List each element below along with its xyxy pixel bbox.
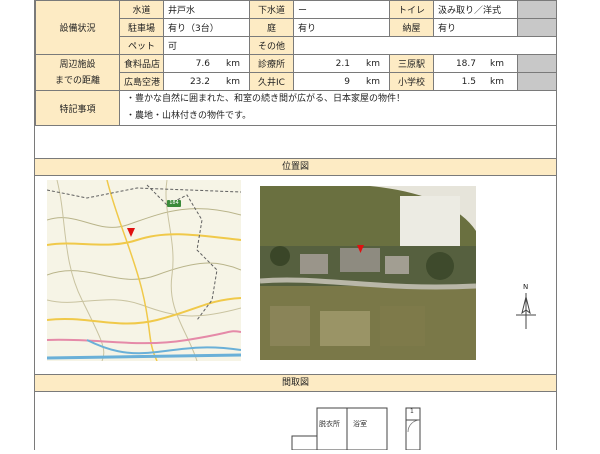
special-notes-label: 特記事項 (35, 90, 120, 126)
field-value (293, 36, 557, 55)
facility-label: 診療所 (249, 54, 294, 73)
property-sheet: 設備状況 水道 井戸水 下水道 ー トイレ 汲み取り／洋式 駐車場 有り（3台）… (34, 0, 557, 451)
facility-label: 広島空港 (119, 72, 164, 91)
distance-value: 9 km (293, 72, 390, 91)
placeholder-cell (517, 54, 557, 73)
note-line: ・豊かな自然に囲まれた、和室の続き間が広がる、日本家屋の物件！ (126, 94, 406, 104)
placeholder-cell (517, 72, 557, 91)
distance-section-label: 周辺施設 までの距離 (35, 54, 120, 91)
field-value: 有り (433, 18, 518, 37)
distance-value: 2.1 km (293, 54, 390, 73)
route-number-badge: 184 (169, 200, 179, 206)
room-label: 浴室 (353, 420, 367, 428)
special-notes-content: ・豊かな自然に囲まれた、和室の続き間が広がる、日本家屋の物件！ ・農地・山林付き… (119, 90, 557, 126)
facility-label: 食料品店 (119, 54, 164, 73)
field-value: 有り（3台） (163, 18, 250, 37)
north-label: N (523, 283, 529, 291)
facility-section-label: 設備状況 (35, 0, 120, 55)
aerial-photo (260, 186, 476, 360)
field-label: 納屋 (389, 18, 434, 37)
field-label: ペット (119, 36, 164, 55)
location-map-header: 位置図 (35, 158, 556, 176)
field-label: 下水道 (249, 0, 294, 19)
distance-value: 18.7 km (433, 54, 518, 73)
facility-label: 小学校 (389, 72, 434, 91)
field-value: ー (293, 0, 390, 19)
road-map-graphic (47, 180, 241, 361)
facility-label: 久井IC (249, 72, 294, 91)
field-value: 可 (163, 36, 250, 55)
distance-row-1: 周辺施設 までの距離 食料品店 7.6 km 診療所 2.1 km 三原駅 18.7… (35, 54, 557, 91)
floor-plan-header: 間取図 (35, 374, 556, 392)
field-label: 駐車場 (119, 18, 164, 37)
field-value: 汲み取り／洋式 (433, 0, 518, 19)
road-map: 184 (47, 180, 241, 361)
floor-plan-graphic (291, 407, 421, 451)
distance-section-line-1: 周辺施設 (59, 59, 96, 70)
placeholder-cell (517, 18, 557, 37)
info-table: 設備状況 水道 井戸水 下水道 ー トイレ 汲み取り／洋式 駐車場 有り（3台）… (35, 0, 557, 126)
field-label: トイレ (389, 0, 434, 19)
floor-plan: 脱衣所 浴室 1 (35, 392, 556, 451)
field-label: 水道 (119, 0, 164, 19)
north-arrow: N (513, 283, 539, 329)
distance-value: 7.6 km (163, 54, 250, 73)
special-notes-row: 特記事項 ・豊かな自然に囲まれた、和室の続き間が広がる、日本家屋の物件！ ・農地… (35, 90, 557, 126)
distance-value: 23.2 km (163, 72, 250, 91)
aerial-photo-graphic (260, 186, 476, 360)
field-label: その他 (249, 36, 294, 55)
small-mark: 1 (410, 408, 414, 415)
facility-row-1: 設備状況 水道 井戸水 下水道 ー トイレ 汲み取り／洋式 (35, 0, 557, 55)
field-label: 庭 (249, 18, 294, 37)
room-label: 脱衣所 (319, 420, 340, 428)
note-line: ・農地・山林付きの物件です。 (126, 111, 252, 121)
facility-label: 三原駅 (389, 54, 434, 73)
distance-section-line-2: までの距離 (54, 75, 100, 86)
field-value: 有り (293, 18, 390, 37)
field-value: 井戸水 (163, 0, 250, 19)
placeholder-cell (517, 0, 557, 19)
distance-value: 1.5 km (433, 72, 518, 91)
